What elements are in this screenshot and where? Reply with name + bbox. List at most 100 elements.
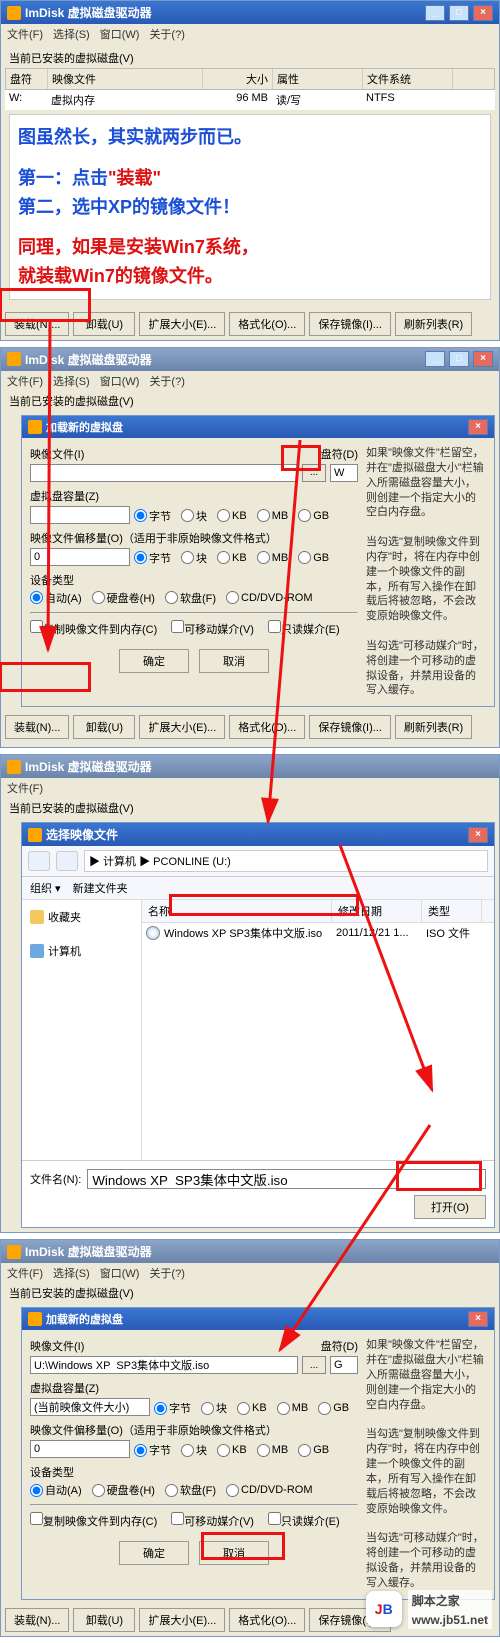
col-attr[interactable]: 属性 xyxy=(273,69,363,89)
app-icon xyxy=(28,828,42,842)
menu-select[interactable]: 选择(S) xyxy=(53,26,90,42)
watermark: JB 脚本之家 www.jb51.net xyxy=(366,1590,492,1629)
browse-button[interactable]: ... xyxy=(302,464,326,482)
file-name: Windows XP SP3集体中文版.iso xyxy=(164,925,322,941)
organize-menu[interactable]: 组织 ▾ xyxy=(30,880,61,896)
close-button[interactable]: × xyxy=(468,419,488,435)
disk-table-header: 盘符 映像文件 大小 属性 文件系统 xyxy=(5,68,495,90)
filename-input[interactable] xyxy=(87,1169,486,1189)
minimize-button[interactable]: _ xyxy=(425,5,445,21)
ok-button[interactable]: 确定 xyxy=(119,1541,189,1565)
cancel-button[interactable]: 取消 xyxy=(199,649,269,673)
unit-byte[interactable]: 字节 xyxy=(134,508,171,524)
close-button[interactable]: × xyxy=(468,1311,488,1327)
maximize-button[interactable]: □ xyxy=(449,351,469,367)
window-title: ImDisk 虚拟磁盘驱动器 xyxy=(25,351,152,368)
col-name[interactable]: 名称 xyxy=(142,900,332,922)
disk-table-row[interactable]: W: 虚拟内存 96 MB 读/写 NTFS xyxy=(5,90,495,110)
drive-letter-input[interactable] xyxy=(330,464,358,482)
minimize-button[interactable]: _ xyxy=(425,351,445,367)
capacity-input[interactable] xyxy=(30,1398,150,1416)
col-type[interactable]: 类型 xyxy=(422,900,482,922)
refresh-button[interactable]: 刷新列表(R) xyxy=(395,312,472,336)
titlebar: ImDisk 虚拟磁盘驱动器 _ □ × xyxy=(1,1,499,24)
col-drive[interactable]: 盘符 xyxy=(6,69,48,89)
app-icon xyxy=(7,760,21,774)
col-size[interactable]: 大小 xyxy=(203,69,273,89)
close-button[interactable]: × xyxy=(473,5,493,21)
check-copy[interactable]: 复制映像文件到内存(C) xyxy=(30,620,157,637)
app-icon xyxy=(7,6,21,20)
back-button[interactable] xyxy=(28,851,50,871)
watermark-text2: www.jb51.net xyxy=(408,1611,492,1629)
dialog-titlebar: 加载新的虚拟盘 × xyxy=(22,1308,494,1330)
close-button[interactable]: × xyxy=(473,351,493,367)
file-list-header: 名称 修改日期 类型 xyxy=(142,900,494,923)
maximize-button[interactable]: □ xyxy=(449,5,469,21)
sidebar-favorites[interactable]: 收藏夹 xyxy=(28,906,135,928)
help-panel: 如果"映像文件"栏留空，并在"虚拟磁盘大小"栏输入所需磁盘容量大小，则创建一个指… xyxy=(366,1338,486,1590)
sidebar: 收藏夹 计算机 xyxy=(22,900,142,1160)
dialog-title: 选择映像文件 xyxy=(46,826,118,843)
app-icon xyxy=(28,420,42,434)
annotation-line3: 第二，选中XP的镜像文件！ xyxy=(18,193,482,222)
cancel-button[interactable]: 取消 xyxy=(199,1541,269,1565)
mount-dialog: 加载新的虚拟盘 × 映像文件(I) 盘符(D) ... xyxy=(21,415,495,707)
window-title: ImDisk 虚拟磁盘驱动器 xyxy=(25,4,152,21)
annotation-line5: 就装载Win7的镜像文件。 xyxy=(18,262,482,291)
menu-about[interactable]: 关于(?) xyxy=(149,26,184,42)
device-cdrom[interactable]: CD/DVD-ROM xyxy=(226,591,313,604)
menubar: 文件(F) 选择(S) 窗口(W) 关于(?) xyxy=(1,371,499,391)
unit-gb[interactable]: GB xyxy=(298,509,329,522)
unit-mb[interactable]: MB xyxy=(257,509,289,522)
annotation-overlay: 图虽然长，其实就两步而已。 第一：点击"装载" 第二，选中XP的镜像文件！ 同理… xyxy=(9,114,491,300)
image-path-input[interactable] xyxy=(30,1356,298,1374)
save-image-button[interactable]: 保存镜像(I)... xyxy=(309,312,391,336)
dialog-title: 加载新的虚拟盘 xyxy=(46,419,123,435)
menu-file[interactable]: 文件(F) xyxy=(7,26,43,42)
offset-label: 映像文件偏移量(O)（适用于非原始映像文件格式） xyxy=(30,530,358,546)
device-type-label: 设备类型 xyxy=(30,572,358,588)
dialog-titlebar: 加载新的虚拟盘 × xyxy=(22,416,494,438)
device-auto[interactable]: 自动(A) xyxy=(30,590,82,606)
iso-icon xyxy=(146,926,160,940)
offset-input[interactable] xyxy=(30,548,130,566)
file-row[interactable]: Windows XP SP3集体中文版.iso 2011/12/21 1... … xyxy=(142,923,494,943)
device-floppy[interactable]: 软盘(F) xyxy=(165,590,216,606)
drive-letter-input[interactable] xyxy=(330,1356,358,1374)
ok-button[interactable]: 确定 xyxy=(119,649,189,673)
col-fs[interactable]: 文件系统 xyxy=(363,69,453,89)
sidebar-computer[interactable]: 计算机 xyxy=(28,940,135,962)
address-bar[interactable]: ▶ 计算机 ▶ PCONLINE (U:) xyxy=(84,850,488,872)
close-button[interactable]: × xyxy=(468,827,488,843)
device-hdd[interactable]: 硬盘卷(H) xyxy=(92,590,155,606)
button-row: 装载(N)... 卸载(U) 扩展大小(E)... 格式化(O)... 保存镜像… xyxy=(1,308,499,340)
image-file-label: 映像文件(I) xyxy=(30,446,84,462)
col-image[interactable]: 映像文件 xyxy=(48,69,203,89)
check-readonly[interactable]: 只读媒介(E) xyxy=(268,620,340,637)
check-removable[interactable]: 可移动媒介(V) xyxy=(171,620,254,637)
unmount-button[interactable]: 卸载(U) xyxy=(73,312,135,336)
menubar: 文件(F) 选择(S) 窗口(W) 关于(?) xyxy=(1,24,499,44)
browse-button[interactable]: ... xyxy=(302,1356,326,1374)
annotation-line2: 第一：点击"装载" xyxy=(18,164,482,193)
file-type: ISO 文件 xyxy=(426,925,486,941)
app-icon xyxy=(7,352,21,366)
newfolder-button[interactable]: 新建文件夹 xyxy=(73,880,128,896)
menu-window[interactable]: 窗口(W) xyxy=(100,26,140,42)
mount-button[interactable]: 装载(N)... xyxy=(5,312,69,336)
cell-attr: 读/写 xyxy=(272,90,362,110)
extend-button[interactable]: 扩展大小(E)... xyxy=(139,312,225,336)
col-date[interactable]: 修改日期 xyxy=(332,900,422,922)
unit-kb[interactable]: KB xyxy=(217,509,247,522)
unit-block[interactable]: 块 xyxy=(181,508,207,524)
imdisk-bg-window-3: ImDisk 虚拟磁盘驱动器 文件(F) 当前已安装的虚拟磁盘(V) 选择映像文… xyxy=(0,754,500,1233)
installed-label: 当前已安装的虚拟磁盘(V) xyxy=(1,391,499,411)
installed-label: 当前已安装的虚拟磁盘(V) xyxy=(5,48,495,68)
forward-button[interactable] xyxy=(56,851,78,871)
open-button[interactable]: 打开(O) xyxy=(414,1195,486,1219)
format-button[interactable]: 格式化(O)... xyxy=(229,312,305,336)
image-path-input[interactable] xyxy=(30,464,298,482)
capacity-input[interactable] xyxy=(30,506,130,524)
star-icon xyxy=(30,910,44,924)
